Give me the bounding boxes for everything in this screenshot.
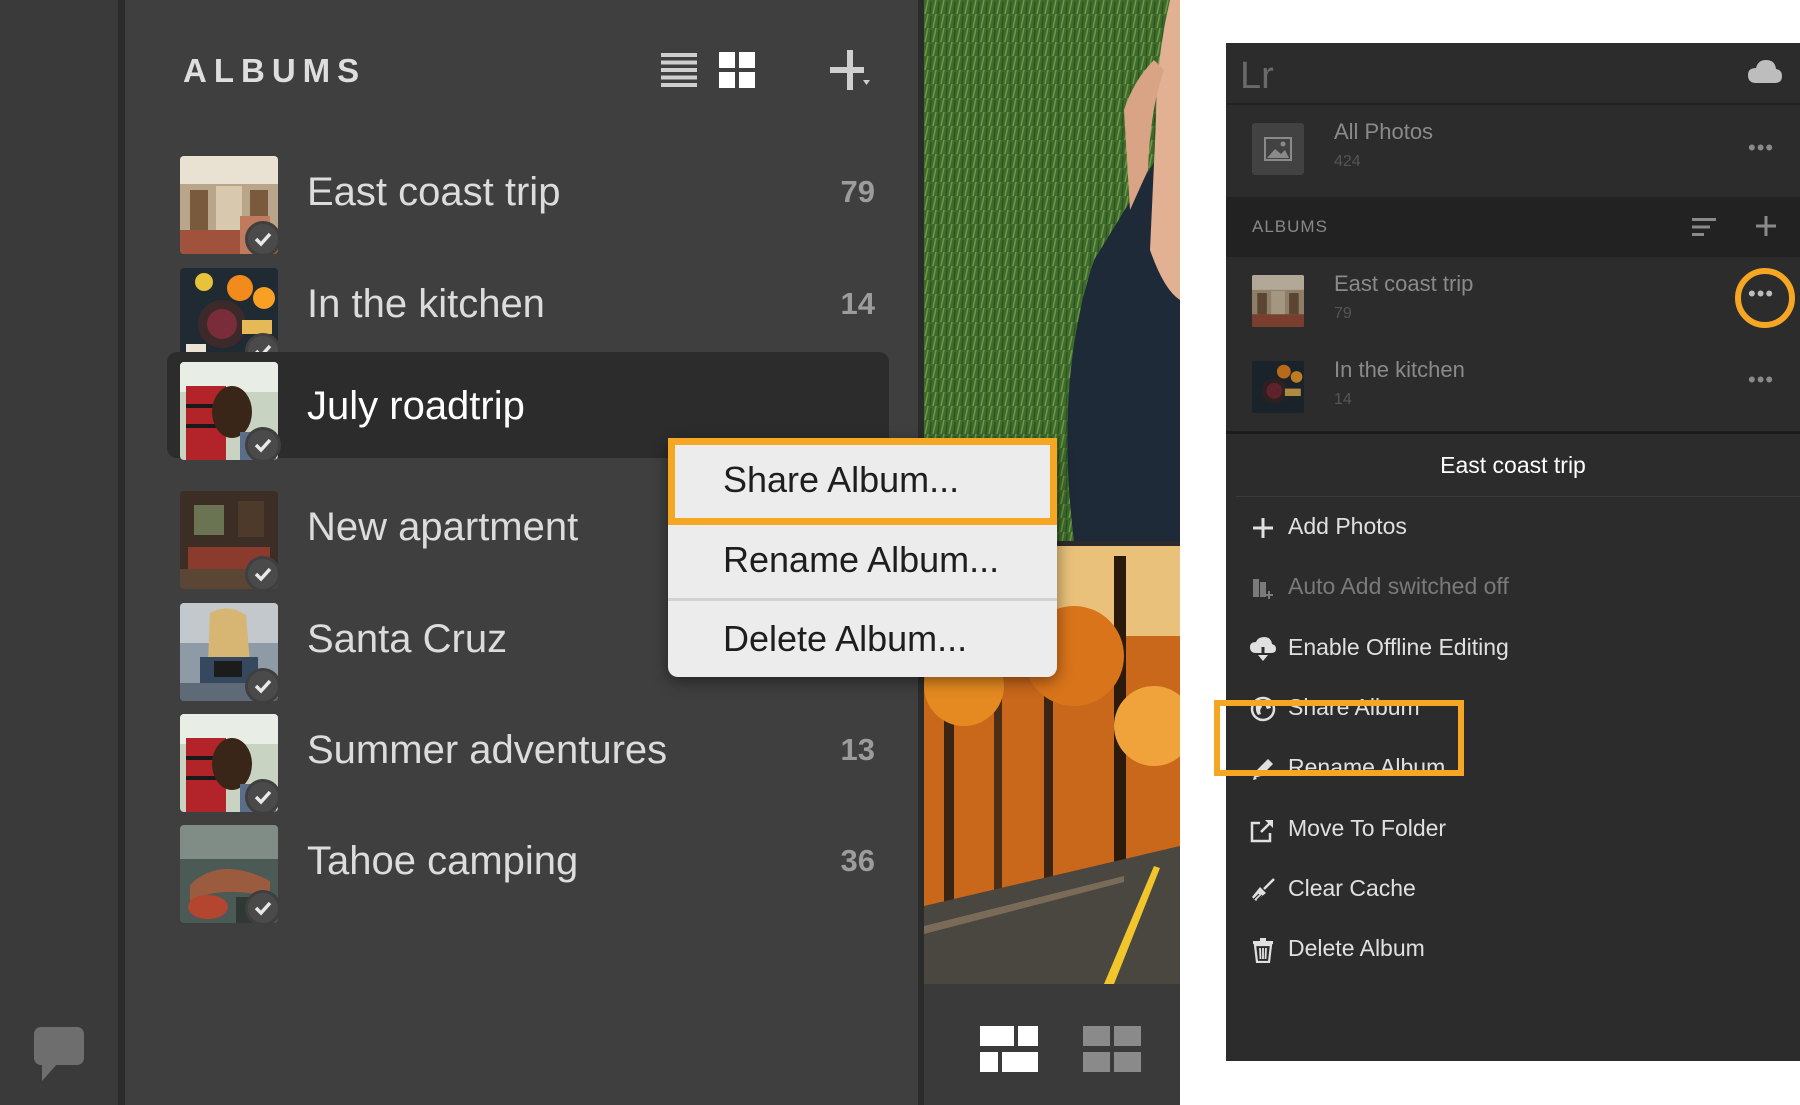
rail-divider <box>118 0 125 1105</box>
action-label: Auto Add switched off <box>1288 573 1509 599</box>
action-label: Delete Album <box>1288 935 1425 961</box>
screenshot-canvas: ALBUMS East coast trip 79 In the kitchen… <box>0 0 1800 1105</box>
action-add-photos[interactable]: Add Photos <box>1226 497 1800 557</box>
cloud-sync-icon[interactable] <box>1748 59 1782 85</box>
chat-icon[interactable] <box>32 1025 86 1083</box>
add-album-icon[interactable] <box>830 50 870 90</box>
add-album-icon[interactable] <box>1754 214 1778 238</box>
album-thumbnail <box>1252 361 1304 413</box>
album-row-tahoe-camping[interactable]: Tahoe camping 36 <box>167 805 889 927</box>
album-name: East coast trip <box>307 170 561 214</box>
album-name: Santa Cruz <box>307 617 508 661</box>
album-name: In the kitchen <box>307 282 545 326</box>
lightroom-mobile-panel: Lr All Photos 424 ••• ALBUMS East coast … <box>1226 43 1800 1061</box>
action-label: Add Photos <box>1288 513 1407 539</box>
action-enable-offline-editing[interactable]: Enable Offline Editing <box>1226 618 1800 678</box>
trash-icon <box>1253 938 1273 963</box>
more-options-icon[interactable]: ••• <box>1748 367 1774 393</box>
more-options-callout <box>1735 268 1795 328</box>
album-count: 14 <box>840 286 875 321</box>
lr-album-row-in-the-kitchen[interactable]: In the kitchen 14 ••• <box>1226 343 1800 429</box>
all-photos-thumbnail <box>1252 123 1304 175</box>
move-folder-icon <box>1250 819 1274 843</box>
broom-icon <box>1252 878 1275 901</box>
action-auto-add[interactable]: Auto Add switched off <box>1226 557 1800 617</box>
album-count: 14 <box>1334 391 1352 408</box>
sort-icon[interactable] <box>1692 217 1716 237</box>
albums-section-label: ALBUMS <box>1252 217 1328 236</box>
left-rail <box>0 0 118 1105</box>
album-name: New apartment <box>307 505 579 549</box>
album-row-east-coast-trip[interactable]: East coast trip 79 <box>167 136 889 258</box>
grid-view-icon[interactable] <box>719 52 755 88</box>
album-name: Summer adventures <box>307 728 668 772</box>
album-name: Tahoe camping <box>307 839 579 883</box>
lr-logo: Lr <box>1240 55 1274 97</box>
albums-section-header: ALBUMS <box>1226 197 1800 257</box>
synced-check-icon <box>245 427 281 463</box>
action-sheet-title: East coast trip <box>1440 452 1586 478</box>
plus-icon <box>1253 518 1273 538</box>
action-clear-cache[interactable]: Clear Cache <box>1226 859 1800 919</box>
albums-heading: ALBUMS <box>183 52 367 89</box>
square-grid-layout-icon[interactable] <box>1083 1026 1141 1072</box>
all-photos-row[interactable]: All Photos 424 ••• <box>1226 105 1800 197</box>
album-count: 79 <box>840 174 875 209</box>
album-count: 79 <box>1334 305 1352 322</box>
action-label: Move To Folder <box>1288 815 1447 841</box>
album-thumbnail <box>1252 275 1304 327</box>
share-album-callout <box>1214 700 1464 776</box>
album-name: East coast trip <box>1334 271 1474 296</box>
action-delete-album[interactable]: Delete Album <box>1226 919 1800 979</box>
list-view-icon[interactable] <box>661 53 697 87</box>
album-name: In the kitchen <box>1334 357 1465 382</box>
auto-add-icon <box>1253 579 1273 599</box>
all-photos-label: All Photos <box>1334 119 1434 144</box>
synced-check-icon <box>245 890 281 926</box>
album-count: 13 <box>840 732 875 767</box>
album-name: July roadtrip <box>307 384 525 428</box>
lr-album-row-east-coast-trip[interactable]: East coast trip 79 ••• <box>1226 257 1800 343</box>
more-options-icon[interactable]: ••• <box>1748 135 1774 161</box>
menu-item-delete-album[interactable]: Delete Album... <box>668 599 1057 677</box>
album-row-summer-adventures[interactable]: Summer adventures 13 <box>167 694 889 816</box>
all-photos-count: 424 <box>1334 153 1361 170</box>
action-label: Clear Cache <box>1288 875 1416 901</box>
masonry-layout-icon[interactable] <box>980 1026 1038 1072</box>
layout-toolbar <box>924 984 1180 1105</box>
share-album-callout <box>668 438 1057 525</box>
album-count: 36 <box>840 843 875 878</box>
action-label: Enable Offline Editing <box>1288 634 1509 660</box>
menu-item-rename-album[interactable]: Rename Album... <box>668 520 1057 599</box>
cloud-download-icon <box>1250 637 1276 661</box>
action-move-to-folder[interactable]: Move To Folder <box>1226 799 1800 859</box>
